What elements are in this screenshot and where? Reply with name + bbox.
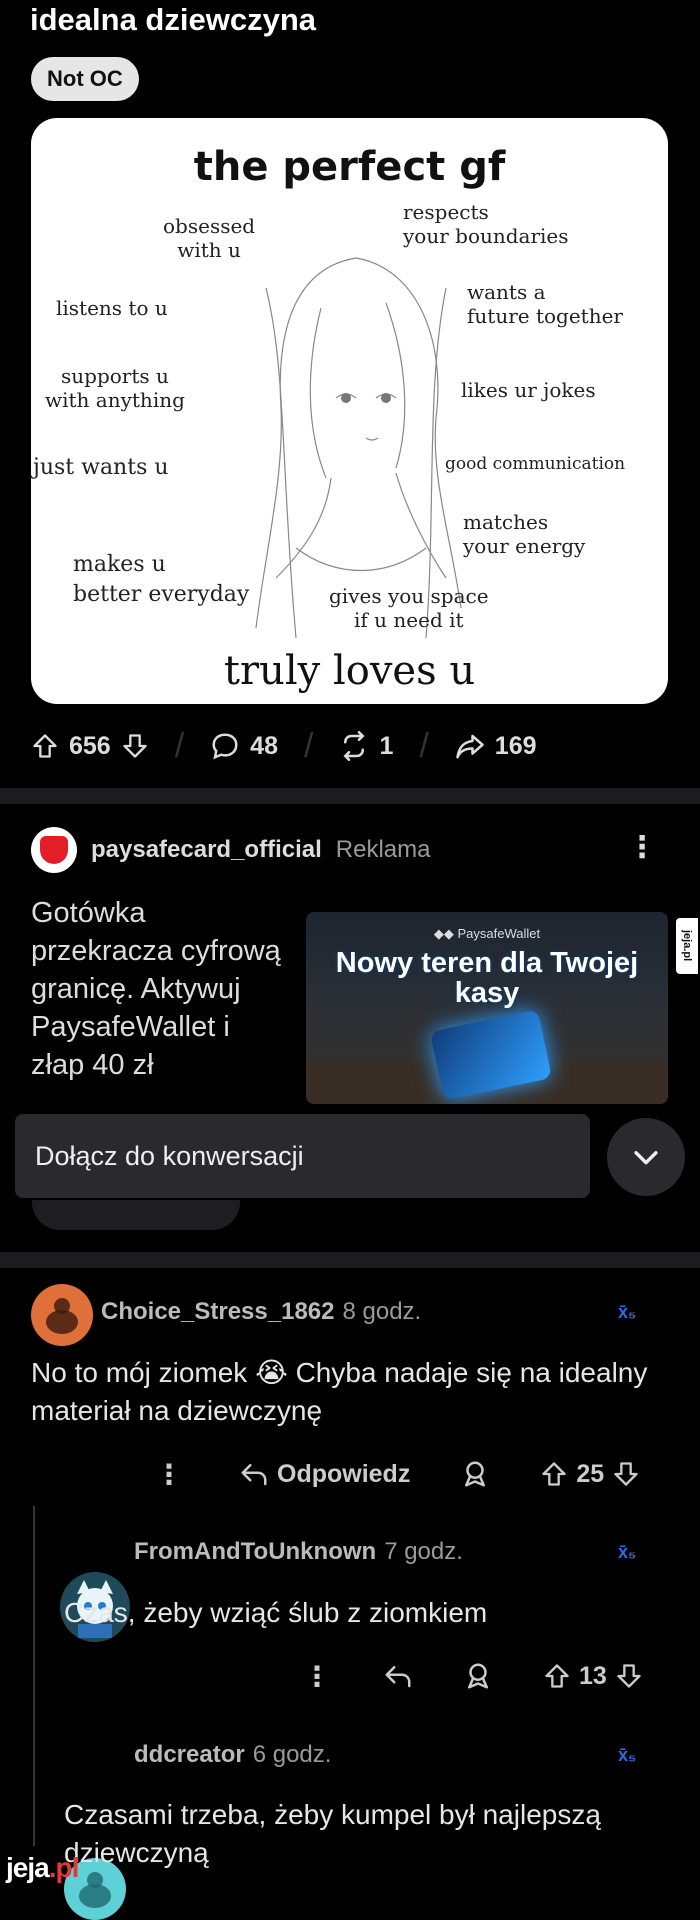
trait-supports: supports u with anything: [45, 364, 185, 412]
advertiser-name[interactable]: paysafecard_official: [91, 836, 322, 864]
downvote-icon[interactable]: [121, 732, 149, 760]
translate-icon[interactable]: x̄₅: [618, 1302, 636, 1323]
section-divider: [0, 1252, 700, 1268]
comment-header: FromAndToUnknown 7 godz.: [134, 1538, 463, 1566]
comment-actions: ⋮ Odpowiedz 25: [155, 1456, 655, 1492]
ad-tag: Reklama: [335, 836, 431, 863]
trait-communication: good communication: [445, 454, 626, 474]
separator: /: [419, 726, 429, 765]
share-icon: [456, 734, 484, 759]
side-watermark: jeja.pl: [676, 918, 698, 974]
watermark-main: jeja: [6, 1852, 50, 1883]
trait-space: gives you space if u need it: [329, 584, 489, 632]
chevron-down-icon: [634, 1151, 658, 1165]
comment-time: 8 godz.: [342, 1298, 422, 1325]
reply-icon[interactable]: [383, 1661, 413, 1691]
reply-icon: [241, 1464, 267, 1486]
expand-button[interactable]: [607, 1118, 685, 1196]
separator: /: [303, 726, 314, 765]
upvote-count: 656: [69, 731, 111, 760]
downvote-icon[interactable]: [612, 1460, 640, 1488]
share-button[interactable]: 169: [455, 731, 537, 761]
ad-image[interactable]: ◆◆ PaysafeWallet Nowy teren dla Twojej k…: [306, 912, 668, 1104]
advertiser-logo[interactable]: [31, 827, 77, 873]
comment-username[interactable]: FromAndToUnknown: [134, 1538, 376, 1566]
crosspost-icon: [343, 731, 365, 761]
ad-text[interactable]: Gotówka przekracza cyfrową granicę. Akty…: [31, 894, 291, 1104]
trait-respects: respects your boundaries: [403, 200, 569, 248]
comments-button[interactable]: 48: [210, 731, 278, 761]
trait-better: makes u better everyday: [73, 552, 250, 607]
upvote-icon[interactable]: [540, 1460, 568, 1488]
comment-text: Czas, żeby wziąć ślub z ziomkiem: [64, 1597, 488, 1628]
crosspost-button[interactable]: 1: [339, 731, 393, 761]
upvote-icon[interactable]: [31, 732, 59, 760]
ad-image-brand: ◆◆ PaysafeWallet: [433, 926, 541, 941]
award-icon[interactable]: [463, 1661, 493, 1691]
comment-username[interactable]: ddcreator: [134, 1741, 245, 1769]
separator: /: [174, 726, 185, 765]
translate-icon[interactable]: x̄₅: [618, 1745, 636, 1766]
downvote-icon[interactable]: [615, 1662, 643, 1690]
comment-actions: ⋮ 13: [303, 1658, 663, 1694]
translate-icon[interactable]: x̄₅: [618, 1542, 636, 1563]
thread-line[interactable]: [33, 1506, 35, 1846]
comment-text: Czasami trzeba, żeby kumpel był najlepsz…: [64, 1799, 601, 1868]
comment-icon: [212, 733, 238, 760]
image-title: the perfect gf: [193, 144, 506, 190]
reply-label: Odpowiedz: [277, 1459, 411, 1488]
ad-more-options-icon[interactable]: ⋮: [627, 830, 657, 865]
comment-header: Choice_Stress_1862 8 godz.: [101, 1298, 421, 1326]
share-count: 169: [494, 731, 537, 760]
avatar[interactable]: [31, 1284, 93, 1346]
section-divider: [0, 788, 700, 804]
comment-time: 7 godz.: [384, 1538, 463, 1565]
vote-count: 25: [576, 1459, 605, 1488]
post-image[interactable]: the perfect gf obsessed with u respects …: [31, 118, 668, 704]
join-conversation-label: Dołącz do konwersacji: [35, 1140, 304, 1171]
post-actions: 656 / 48 / 1 / 169: [31, 726, 537, 766]
trait-wants: just wants u: [33, 455, 169, 480]
post-flair[interactable]: Not OC: [31, 57, 139, 101]
more-options-icon[interactable]: ⋮: [303, 1660, 331, 1693]
comment-time: 6 godz.: [252, 1741, 332, 1768]
comment-text: No to mój ziomek 😭 Chyba nadaje się na i…: [31, 1357, 648, 1426]
vote-count: 13: [579, 1661, 607, 1690]
trait-jokes: likes ur jokes: [461, 378, 596, 402]
trait-future: wants a future together: [467, 280, 623, 328]
vote-control: 656: [31, 732, 149, 761]
trait-energy: matches your energy: [463, 510, 586, 558]
upvote-icon[interactable]: [543, 1662, 571, 1690]
ad-header: paysafecard_official Reklama: [31, 826, 430, 874]
comment-header: ddcreator 6 godz.: [134, 1741, 331, 1769]
ad-image-headline: Nowy teren dla Twojej kasy: [335, 947, 639, 1009]
trait-listens: listens to u: [56, 296, 168, 320]
reply-button[interactable]: Odpowiedz: [239, 1459, 410, 1489]
trait-obsessed: obsessed with u: [163, 214, 256, 262]
crosspost-count: 1: [379, 731, 394, 760]
comment-username[interactable]: Choice_Stress_1862: [101, 1298, 334, 1326]
join-conversation-input[interactable]: Dołącz do konwersacji: [15, 1114, 590, 1198]
comment-count: 48: [250, 731, 278, 760]
image-footer: truly loves u: [223, 648, 476, 694]
ad-cta-button[interactable]: [32, 1200, 240, 1230]
more-options-icon[interactable]: ⋮: [155, 1458, 183, 1491]
jeja-watermark: jeja.pl: [6, 1852, 80, 1884]
watermark-suffix: .pl: [48, 1852, 80, 1883]
snoo-avatar-icon: [46, 1298, 78, 1334]
post-title[interactable]: idealna dziewczyna: [30, 2, 316, 38]
award-icon[interactable]: [460, 1459, 490, 1489]
